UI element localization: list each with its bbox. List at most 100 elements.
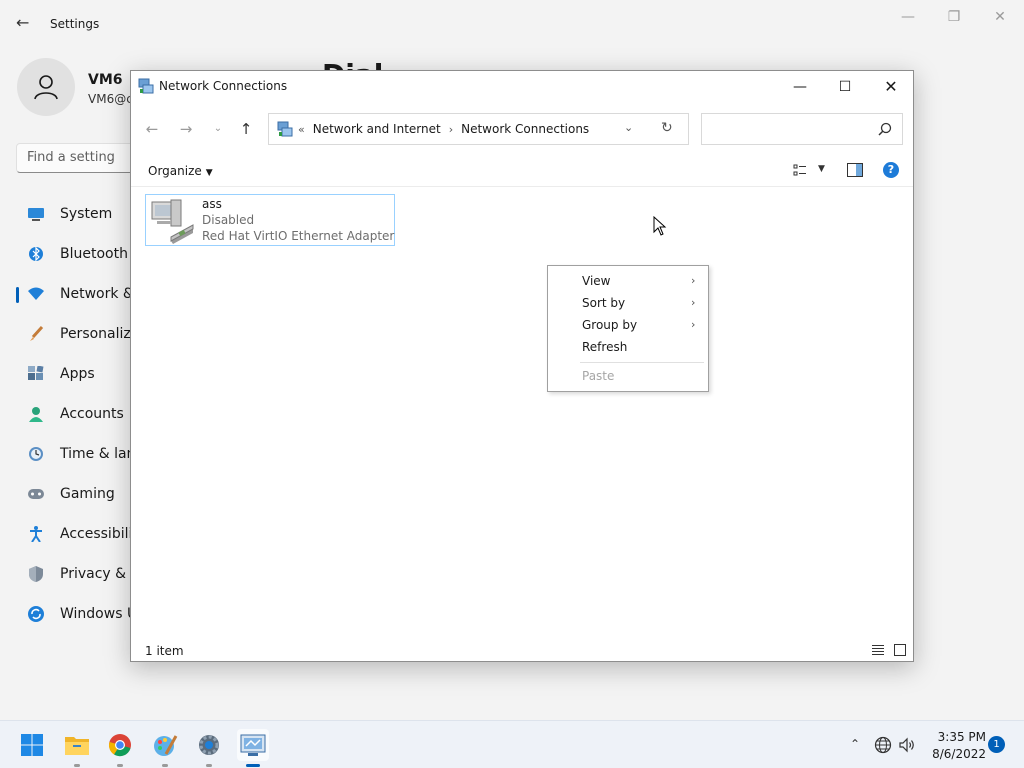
show-hidden-icons-button[interactable]: ⌃ [847,737,863,753]
organize-label: Organize [148,164,202,178]
gear-icon [199,735,219,755]
avatar[interactable] [17,58,75,116]
address-bar[interactable]: « Network and Internet › Network Connect… [268,113,689,145]
folder-icon [65,737,89,755]
menu-item-label: Paste [582,369,615,383]
settings-titlebar: ← Settings — ❐ ✕ [0,0,1024,48]
refresh-icon[interactable]: ↻ [661,120,673,136]
back-button[interactable]: ← [141,118,163,140]
item-count: 1 item [145,644,184,658]
sidebar-item-label: Windows U [60,606,138,622]
menu-item-view[interactable]: View › [550,270,706,292]
mouse-cursor-icon [653,216,667,236]
sidebar-item-label: Accounts [60,406,124,422]
large-icons-view-icon[interactable] [894,644,906,656]
change-view-icon[interactable] [793,163,807,177]
running-indicator [162,764,168,767]
menu-item-paste[interactable]: Paste [550,365,706,387]
navigation-bar: ← → ⌄ ↑ « Network and Internet › Network… [131,109,913,149]
settings-close-button[interactable]: ✕ [985,8,1015,26]
help-icon[interactable]: ? [883,162,899,178]
up-button[interactable]: ↑ [235,118,257,140]
sidebar-item-label: System [60,206,113,222]
ethernet-adapter-icon [151,199,194,244]
menu-item-group-by[interactable]: Group by › [550,314,706,336]
brush-icon [28,326,44,342]
file-list[interactable]: ass Disabled Red Hat VirtIO Ethernet Ada… [131,188,913,634]
monitor-icon [28,206,44,222]
shield-icon [28,566,44,582]
context-menu: View › Sort by › Group by › Refresh Past… [547,265,709,392]
clock-time[interactable]: 3:35 PM [936,730,986,744]
person-icon [28,406,44,422]
taskbar-paint[interactable] [149,729,181,761]
breadcrumb-network-connections[interactable]: Network Connections [461,122,589,136]
running-indicator [206,764,212,767]
network-connections-icon [240,734,266,756]
accessibility-icon [28,526,44,542]
window-titlebar[interactable]: Network Connections — ☐ ✕ [131,71,913,103]
person-icon [34,75,58,100]
volume-icon[interactable] [898,736,916,754]
gamepad-icon [28,486,44,502]
breadcrumb-overflow[interactable]: « [298,123,305,136]
active-app-indicator [246,764,260,767]
taskbar-chrome[interactable] [104,729,136,761]
details-view-icon[interactable] [872,644,884,656]
menu-item-label: Sort by [582,296,626,310]
network-connections-icon [138,78,154,94]
network-connections-window: Network Connections — ☐ ✕ ← → ⌄ ↑ « Netw… [130,70,914,662]
taskbar-network-connections[interactable] [237,729,269,761]
update-icon [28,606,44,622]
chevron-right-icon: › [691,274,696,287]
menu-item-refresh[interactable]: Refresh [550,336,706,358]
caret-down-icon[interactable]: ▼ [818,164,825,174]
start-button[interactable] [16,729,48,761]
status-bar: 1 item [131,639,913,661]
menu-item-sort-by[interactable]: Sort by › [550,292,706,314]
chrome-icon [108,734,131,757]
clock-date[interactable]: 8/6/2022 [926,747,986,761]
network-adapter-item[interactable]: ass Disabled Red Hat VirtIO Ethernet Ada… [145,194,395,246]
windows-logo-icon [21,734,43,756]
sidebar-item-label: Personaliza [60,326,140,342]
globe-icon[interactable] [874,736,892,754]
adapter-name: ass [202,197,222,211]
network-connections-icon [277,121,293,137]
taskbar-file-explorer[interactable] [61,729,93,761]
caret-down-icon: ▼ [205,168,213,178]
settings-minimize-button[interactable]: — [893,8,923,26]
clock-globe-icon [28,446,44,462]
sidebar-item-label: Network & [60,286,134,302]
adapter-status: Disabled [202,213,255,227]
back-arrow-icon[interactable]: ← [16,14,34,32]
user-name: VM6 [88,72,123,88]
menu-item-label: Group by [582,318,638,332]
breadcrumb-network-and-internet[interactable]: Network and Internet [313,122,441,136]
forward-button[interactable]: → [175,118,197,140]
search-input[interactable] [701,113,903,145]
preview-pane-icon[interactable] [847,163,863,177]
user-email: VM6@c [88,92,133,106]
chevron-down-icon[interactable]: ⌄ [624,121,633,134]
settings-restore-button[interactable]: ❐ [939,8,969,26]
command-bar: Organize ▼ ▼ ? [131,155,913,187]
maximize-button[interactable]: ☐ [831,75,859,99]
organize-button[interactable]: Organize ▼ [148,164,213,178]
settings-title: Settings [50,17,100,31]
close-button[interactable]: ✕ [877,75,905,99]
apps-icon [28,366,44,382]
wifi-icon [28,286,44,302]
sidebar-item-label: Gaming [60,486,115,502]
notification-badge[interactable]: 1 [988,736,1005,753]
recent-locations-button[interactable]: ⌄ [207,118,229,140]
menu-item-label: View [582,274,611,288]
taskbar-settings[interactable] [193,729,225,761]
paint-icon [154,735,178,756]
bluetooth-icon [28,246,44,262]
minimize-button[interactable]: — [786,75,814,99]
chevron-right-icon: › [691,318,696,331]
chevron-right-icon[interactable]: › [449,123,453,136]
chevron-right-icon: › [691,296,696,309]
window-title: Network Connections [159,79,288,93]
